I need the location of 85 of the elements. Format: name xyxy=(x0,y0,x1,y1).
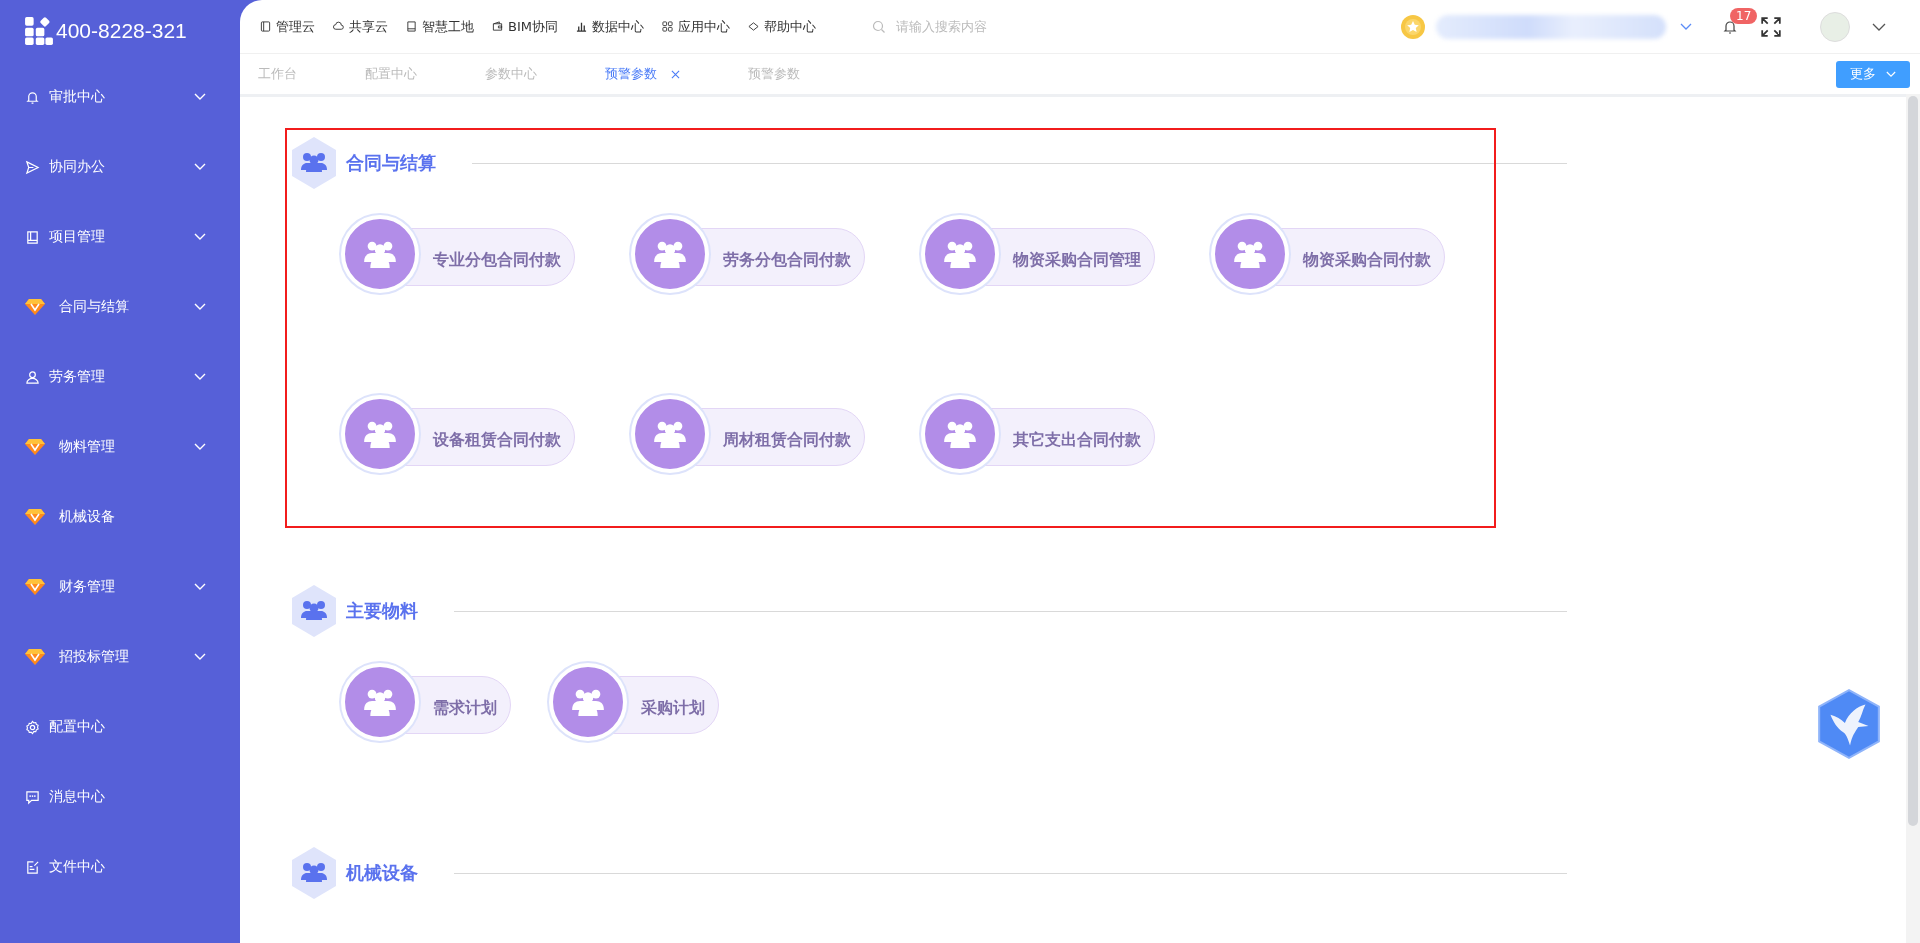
people-icon xyxy=(341,215,419,293)
section-title: 主要物料 xyxy=(346,599,418,623)
document-edit-icon xyxy=(25,859,40,875)
section-title: 合同与结算 xyxy=(346,151,436,175)
chevron-icon xyxy=(194,653,206,661)
module-link[interactable]: 物资采购合同付款 xyxy=(1209,214,1445,294)
chat-icon xyxy=(25,789,40,805)
sidebar-item[interactable]: 消息中心 xyxy=(0,762,240,832)
top-nav-link[interactable]: 共享云 xyxy=(333,17,388,36)
module-link[interactable]: 专业分包合同付款 xyxy=(339,214,575,294)
book-icon xyxy=(25,229,40,245)
module-link[interactable]: 物资采购合同管理 xyxy=(919,214,1155,294)
sidebar-item[interactable]: 劳务管理 xyxy=(0,342,240,412)
module-link[interactable]: 劳务分包合同付款 xyxy=(629,214,865,294)
gem-icon xyxy=(25,508,45,526)
chevron-icon xyxy=(194,233,206,241)
send-icon xyxy=(25,159,40,175)
chevron-icon xyxy=(194,583,206,591)
chevron-icon xyxy=(194,303,206,311)
settings-icon xyxy=(25,719,40,735)
logo-icon xyxy=(24,16,54,46)
sidebar-item[interactable]: 物料管理 xyxy=(0,412,240,482)
more-button[interactable]: 更多 xyxy=(1836,60,1910,88)
chevron-icon[interactable] xyxy=(1872,22,1886,31)
people-icon xyxy=(290,846,338,900)
chevron-icon xyxy=(194,163,206,171)
gem-icon xyxy=(25,438,45,456)
people-icon xyxy=(1211,215,1289,293)
panel-icon xyxy=(260,21,271,32)
sidebar-item[interactable]: 文件中心 xyxy=(0,832,240,902)
module-link[interactable]: 需求计划 xyxy=(339,662,511,742)
bird-icon[interactable] xyxy=(1816,688,1882,760)
cloud-icon xyxy=(333,21,344,32)
close-icon[interactable] xyxy=(671,69,680,79)
people-icon xyxy=(631,395,709,473)
gem-icon xyxy=(25,298,45,316)
people-icon xyxy=(290,584,338,638)
fullscreen-icon[interactable] xyxy=(1760,15,1782,38)
top-nav-link[interactable]: 帮助中心 xyxy=(747,17,816,36)
gem-icon xyxy=(25,578,45,596)
people-icon xyxy=(341,395,419,473)
people-icon xyxy=(921,215,999,293)
top-nav-link[interactable]: 应用中心 xyxy=(661,17,730,36)
people-icon xyxy=(290,136,338,190)
sidebar-item[interactable]: 合同与结算 xyxy=(0,272,240,342)
chevron-icon[interactable] xyxy=(1680,22,1692,31)
search-icon xyxy=(871,19,886,34)
wallet-icon xyxy=(492,21,503,32)
user-icon xyxy=(25,369,40,385)
module-link[interactable]: 周材租赁合同付款 xyxy=(629,394,865,474)
top-nav-link[interactable]: 智慧工地 xyxy=(406,17,474,36)
book-icon xyxy=(406,21,417,32)
sidebar-item[interactable]: 配置中心 xyxy=(0,692,240,762)
sidebar-item[interactable]: 协同办公 xyxy=(0,132,240,202)
sidebar-item[interactable]: 项目管理 xyxy=(0,202,240,272)
bell-icon xyxy=(25,89,40,105)
scrollbar[interactable] xyxy=(1906,94,1920,943)
chevron-icon xyxy=(194,373,206,381)
top-nav-link[interactable]: 管理云 xyxy=(260,17,315,36)
people-icon xyxy=(549,663,627,741)
chevron-icon xyxy=(194,443,206,451)
hotline-number: 400-8228-321 xyxy=(56,19,187,43)
top-nav-link[interactable]: 数据中心 xyxy=(575,17,644,36)
sidebar-item[interactable]: 招投标管理 xyxy=(0,622,240,692)
sidebar-item[interactable]: 机械设备 xyxy=(0,482,240,552)
diamond-icon xyxy=(747,21,759,32)
module-link[interactable]: 设备租赁合同付款 xyxy=(339,394,575,474)
bar-chart-icon xyxy=(575,21,587,32)
chevron-icon xyxy=(194,93,206,101)
people-icon xyxy=(631,215,709,293)
chevron-icon xyxy=(1886,70,1896,78)
gem-icon xyxy=(25,648,45,666)
tab[interactable]: 预警参数 xyxy=(605,65,680,83)
grid-icon xyxy=(661,21,673,32)
notification-badge: 17 xyxy=(1730,7,1758,24)
people-icon xyxy=(341,663,419,741)
module-link[interactable]: 采购计划 xyxy=(547,662,719,742)
sidebar-item[interactable]: 财务管理 xyxy=(0,552,240,622)
top-nav-link[interactable]: BIM协同 xyxy=(492,17,558,36)
sidebar-item[interactable]: 审批中心 xyxy=(0,62,240,132)
bell-icon[interactable] xyxy=(1722,18,1738,35)
module-link[interactable]: 其它支出合同付款 xyxy=(919,394,1155,474)
people-icon xyxy=(921,395,999,473)
section-title: 机械设备 xyxy=(346,861,418,885)
medal-icon xyxy=(1400,13,1426,40)
